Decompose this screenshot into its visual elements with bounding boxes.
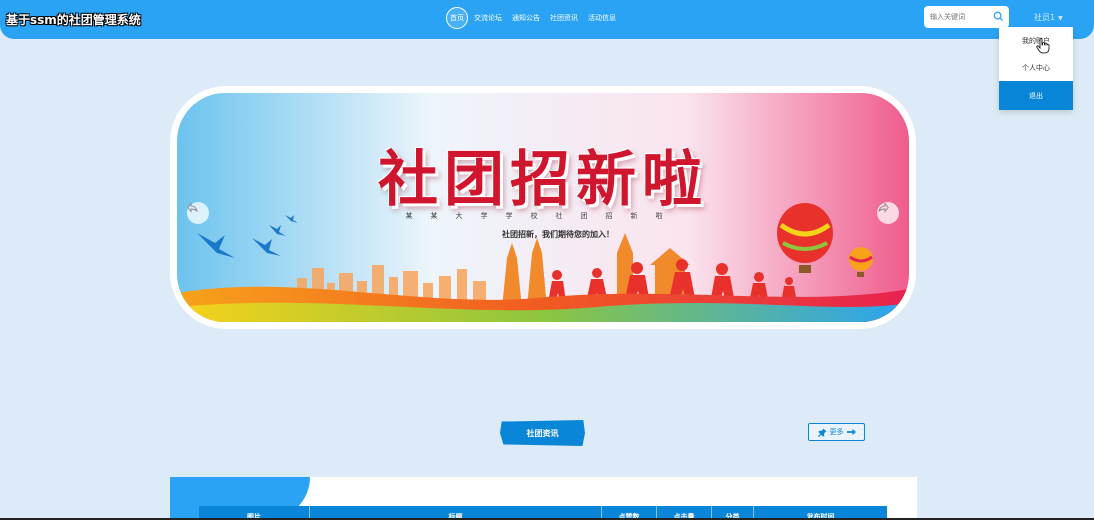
nav-notice[interactable]: 通知公告 [512, 13, 540, 23]
section-title-club-news: 社团资讯 [500, 420, 585, 446]
banner-slide[interactable]: 社团招新啦 某某大学学校社团招新啦 社团招新，我们期待您的加入！ [177, 93, 909, 322]
banner-carousel: 社团招新啦 某某大学学校社团招新啦 社团招新，我们期待您的加入！ [170, 86, 916, 329]
arrow-right-icon [878, 202, 889, 213]
dropdown-logout[interactable]: 退出 [999, 81, 1073, 110]
chevron-down-icon: ▼ [1058, 15, 1063, 22]
search-box [924, 6, 1009, 28]
banner-slogan: 社团招新，我们期待您的加入！ [502, 230, 614, 239]
dropdown-personal-center[interactable]: 个人中心 [999, 54, 1073, 81]
top-header: 基于ssm的社团管理系统 首页 交流论坛 通知公告 社团资讯 活动信息 社员1▼ [0, 0, 1094, 39]
nav-club-news[interactable]: 社团资讯 [550, 13, 578, 23]
nav-home[interactable]: 首页 [446, 7, 468, 29]
carousel-prev-button[interactable] [187, 202, 209, 224]
carousel-next-button[interactable] [877, 202, 899, 224]
nav-forum[interactable]: 交流论坛 [474, 13, 502, 23]
hand-cursor-icon [1036, 38, 1050, 54]
search-icon[interactable] [993, 11, 1004, 22]
banner-title: 社团招新啦 [378, 145, 708, 215]
main-nav: 首页 交流论坛 通知公告 社团资讯 活动信息 [446, 7, 626, 29]
arrow-left-icon [187, 202, 198, 213]
more-button[interactable]: 更多 [808, 423, 865, 441]
arrow-right-icon [846, 428, 856, 436]
banner-subtitle: 某某大学学校社团招新啦 [405, 212, 681, 220]
nav-activity[interactable]: 活动信息 [588, 13, 616, 23]
user-name: 社员1 [1034, 13, 1056, 22]
site-title[interactable]: 基于ssm的社团管理系统 [6, 11, 141, 28]
more-button-label: 更多 [829, 428, 844, 436]
search-input[interactable] [924, 6, 992, 28]
pin-icon [817, 427, 827, 437]
user-menu[interactable]: 社员1 ▼ [1034, 12, 1063, 23]
news-table-card: 图片 标题 点赞数 点击量 分类 发布时间 [170, 477, 917, 520]
